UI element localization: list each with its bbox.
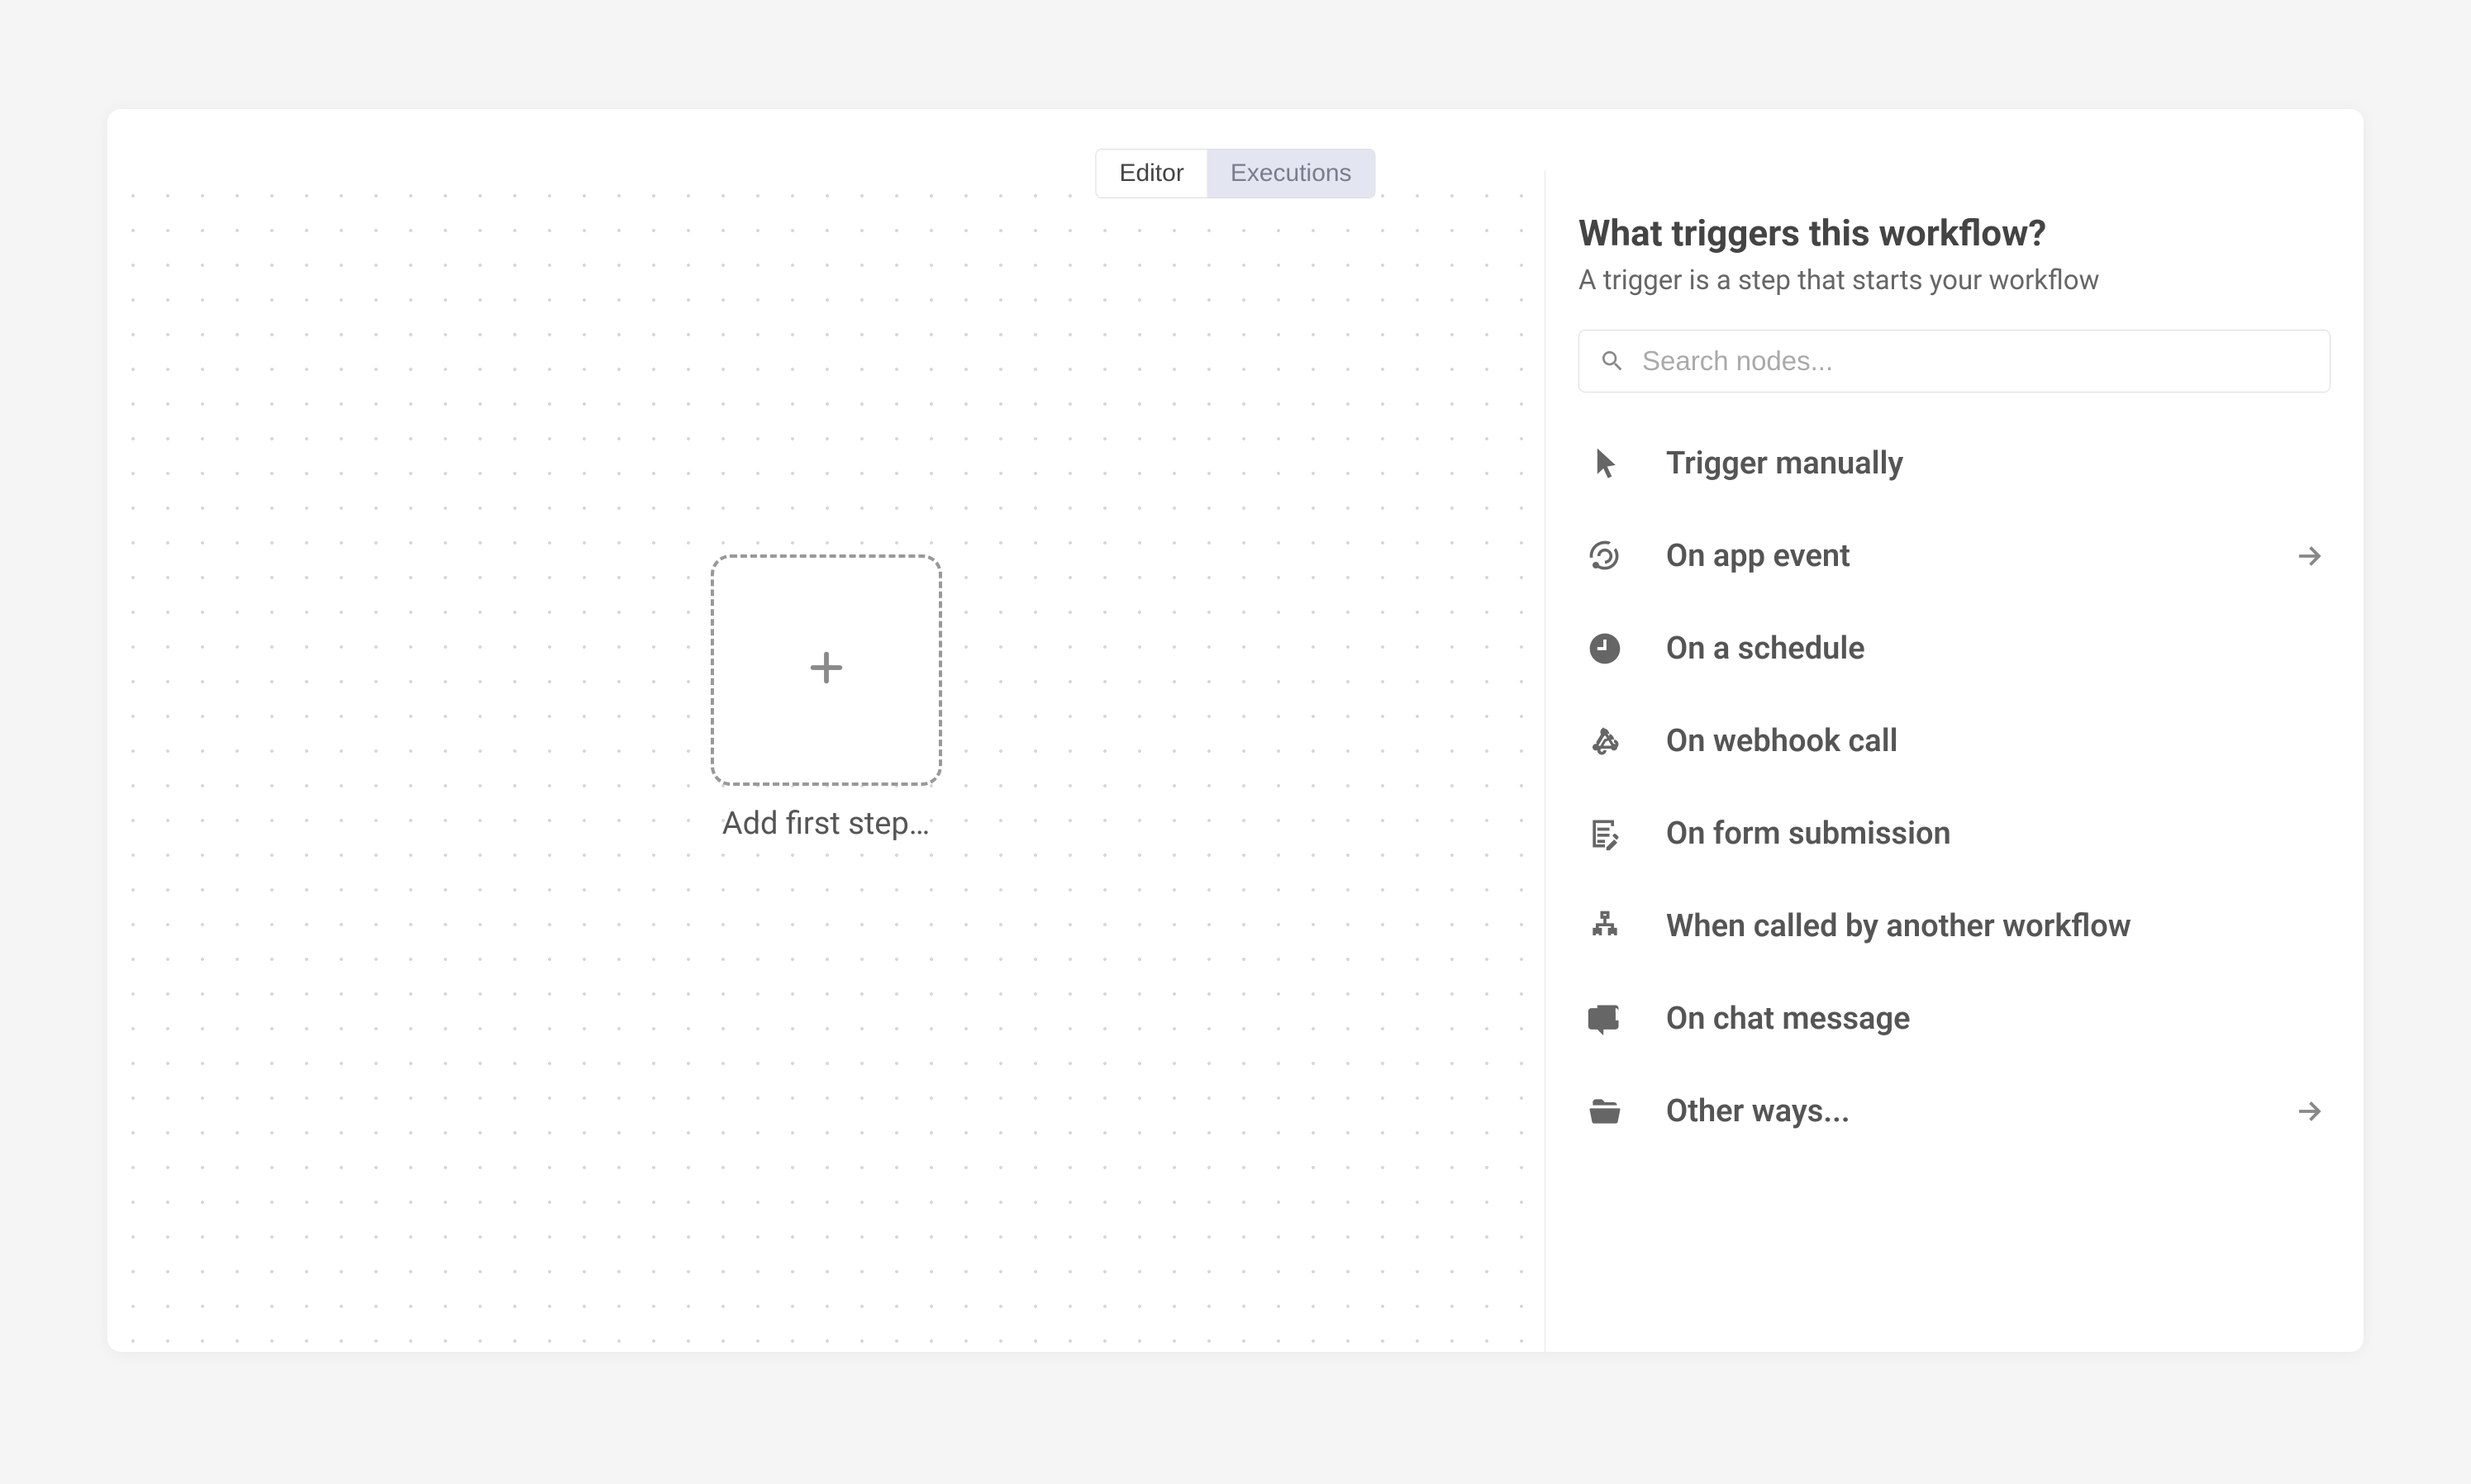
trigger-item-chat[interactable]: On chat message: [1578, 973, 2331, 1065]
rss-icon: [1585, 536, 1625, 576]
trigger-item-form[interactable]: On form submission: [1578, 787, 2331, 880]
arrow-right-icon: [2294, 541, 2324, 571]
webhook-icon: [1585, 721, 1625, 761]
add-first-step-container: Add first step…: [711, 554, 942, 842]
tab-executions[interactable]: Executions: [1207, 150, 1375, 197]
plus-icon: [803, 635, 850, 706]
main-content: Add first step… What triggers this workf…: [107, 109, 2364, 1352]
workflow-canvas[interactable]: Add first step…: [107, 170, 1545, 1352]
trigger-item-folder[interactable]: Other ways...: [1578, 1065, 2331, 1158]
trigger-item-label: On a schedule: [1666, 630, 2324, 667]
trigger-list: Trigger manually On app event On a schedul…: [1578, 417, 2331, 1158]
trigger-item-label: Other ways...: [1666, 1093, 2294, 1130]
trigger-item-label: When called by another workflow: [1666, 908, 2324, 944]
trigger-item-clock[interactable]: On a schedule: [1578, 602, 2331, 695]
cursor-icon: [1585, 444, 1625, 483]
trigger-item-label: On app event: [1666, 538, 2294, 574]
trigger-item-cursor[interactable]: Trigger manually: [1578, 417, 2331, 510]
chat-icon: [1585, 999, 1625, 1039]
search-input[interactable]: [1642, 345, 2310, 377]
trigger-item-label: On form submission: [1666, 816, 2324, 852]
sitemap-icon: [1585, 906, 1625, 946]
trigger-item-webhook[interactable]: On webhook call: [1578, 695, 2331, 787]
form-icon: [1585, 814, 1625, 854]
trigger-item-label: Trigger manually: [1666, 445, 2324, 482]
folder-icon: [1585, 1092, 1625, 1131]
view-tabs: Editor Executions: [1095, 149, 1375, 198]
trigger-item-rss[interactable]: On app event: [1578, 510, 2331, 602]
trigger-item-label: On webhook call: [1666, 723, 2324, 759]
panel-title: What triggers this workflow?: [1578, 212, 2331, 254]
search-box[interactable]: [1578, 330, 2331, 392]
clock-icon: [1585, 629, 1625, 668]
search-icon: [1599, 348, 1626, 374]
trigger-item-sitemap[interactable]: When called by another workflow: [1578, 880, 2331, 973]
trigger-item-label: On chat message: [1666, 1001, 2324, 1037]
trigger-panel: What triggers this workflow? A trigger i…: [1545, 170, 2364, 1352]
tab-editor[interactable]: Editor: [1096, 150, 1207, 197]
app-window: Editor Executions Add first step… What: [107, 109, 2364, 1352]
panel-subtitle: A trigger is a step that starts your wor…: [1578, 264, 2331, 297]
add-first-step-button[interactable]: [711, 554, 942, 786]
add-first-step-label: Add first step…: [722, 806, 930, 842]
arrow-right-icon: [2294, 1096, 2324, 1126]
